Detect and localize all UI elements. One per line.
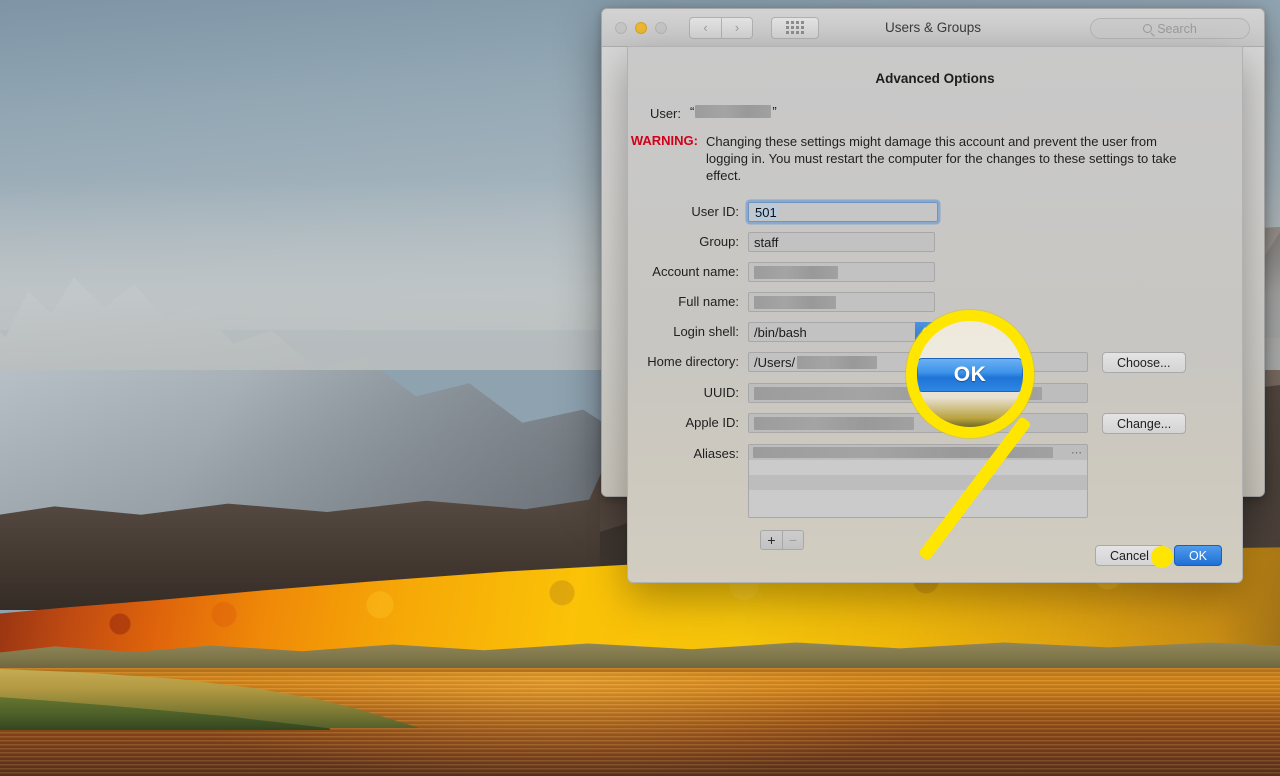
alias-list-item[interactable]: ⋯ xyxy=(749,445,1087,460)
grid-icon xyxy=(786,21,804,34)
full-name-label: Full name: xyxy=(678,294,739,309)
login-shell-combobox[interactable]: /bin/bash xyxy=(748,322,935,342)
full-name-row: Full name: xyxy=(628,292,1242,312)
maximize-button[interactable] xyxy=(655,21,667,34)
remove-alias-button[interactable]: − xyxy=(782,530,804,550)
home-directory-redacted xyxy=(797,355,878,369)
user-id-label: User ID: xyxy=(691,204,739,219)
uuid-label: UUID: xyxy=(703,385,739,400)
ok-button[interactable]: OK xyxy=(1173,545,1222,566)
user-close-quote: ” xyxy=(772,104,777,119)
user-name-redacted xyxy=(695,105,772,118)
callout-target-dot xyxy=(1151,546,1173,568)
add-alias-button[interactable]: + xyxy=(760,530,782,550)
search-placeholder: Search xyxy=(1157,21,1197,36)
apple-id-input[interactable] xyxy=(748,413,1088,433)
user-row: User: “ ” xyxy=(628,104,1242,121)
alias-list-item[interactable] xyxy=(749,475,1087,490)
window-titlebar: ‹ › Users & Groups Search xyxy=(602,9,1264,47)
full-name-redacted xyxy=(754,295,836,309)
change-button[interactable]: Change... xyxy=(1102,413,1187,434)
back-button[interactable]: ‹ xyxy=(689,16,721,39)
close-button[interactable] xyxy=(615,21,627,34)
minimize-button[interactable] xyxy=(635,21,647,34)
aliases-row: Aliases: ⋯ xyxy=(628,444,1242,518)
alias-list-item[interactable] xyxy=(749,505,1087,517)
nav-segmented-control: ‹ › xyxy=(689,16,753,39)
choose-button[interactable]: Choose... xyxy=(1102,352,1186,373)
login-shell-value: /bin/bash xyxy=(754,324,807,340)
forward-button[interactable]: › xyxy=(721,16,753,39)
alias-overflow-icon: ⋯ xyxy=(1071,447,1083,459)
group-input[interactable]: staff xyxy=(748,232,935,252)
full-name-input[interactable] xyxy=(748,292,935,312)
warning-row: WARNING: Changing these settings might d… xyxy=(628,133,1242,184)
user-label: User: xyxy=(649,106,681,121)
warning-label: WARNING: xyxy=(630,133,698,148)
user-value: “ ” xyxy=(690,104,777,119)
group-value: staff xyxy=(754,234,779,250)
group-row: Group: staff xyxy=(628,232,1242,252)
sheet-title: Advanced Options xyxy=(875,71,995,86)
home-directory-value: /Users/ xyxy=(754,354,796,370)
account-name-redacted xyxy=(754,265,838,279)
login-shell-label: Login shell: xyxy=(673,324,739,339)
alias-list-item[interactable] xyxy=(749,490,1087,505)
aliases-label: Aliases: xyxy=(693,446,739,461)
account-name-label: Account name: xyxy=(652,264,739,279)
aliases-list[interactable]: ⋯ xyxy=(748,444,1088,518)
search-field[interactable]: Search xyxy=(1090,18,1250,39)
home-directory-label: Home directory: xyxy=(647,354,739,369)
alias-list-item[interactable] xyxy=(749,460,1087,475)
magnified-ok-button: OK xyxy=(917,358,1023,392)
show-all-button[interactable] xyxy=(771,16,819,39)
magnifier-callout: OK xyxy=(906,310,1034,438)
account-name-row: Account name: xyxy=(628,262,1242,282)
apple-id-redacted xyxy=(754,416,914,430)
advanced-options-sheet: Advanced Options User: “ ” WARNING: Chan… xyxy=(627,46,1243,583)
user-id-input[interactable]: 501 xyxy=(748,202,938,222)
warning-text: Changing these settings might damage thi… xyxy=(706,134,1177,183)
account-name-input[interactable] xyxy=(748,262,935,282)
user-id-row: User ID: 501 xyxy=(628,202,1242,222)
user-id-value: 501 xyxy=(754,204,778,220)
apple-id-label: Apple ID: xyxy=(685,415,739,430)
group-label: Group: xyxy=(699,234,739,249)
user-open-quote: “ xyxy=(690,104,695,119)
traffic-light-group xyxy=(615,21,667,34)
search-icon xyxy=(1143,24,1153,33)
